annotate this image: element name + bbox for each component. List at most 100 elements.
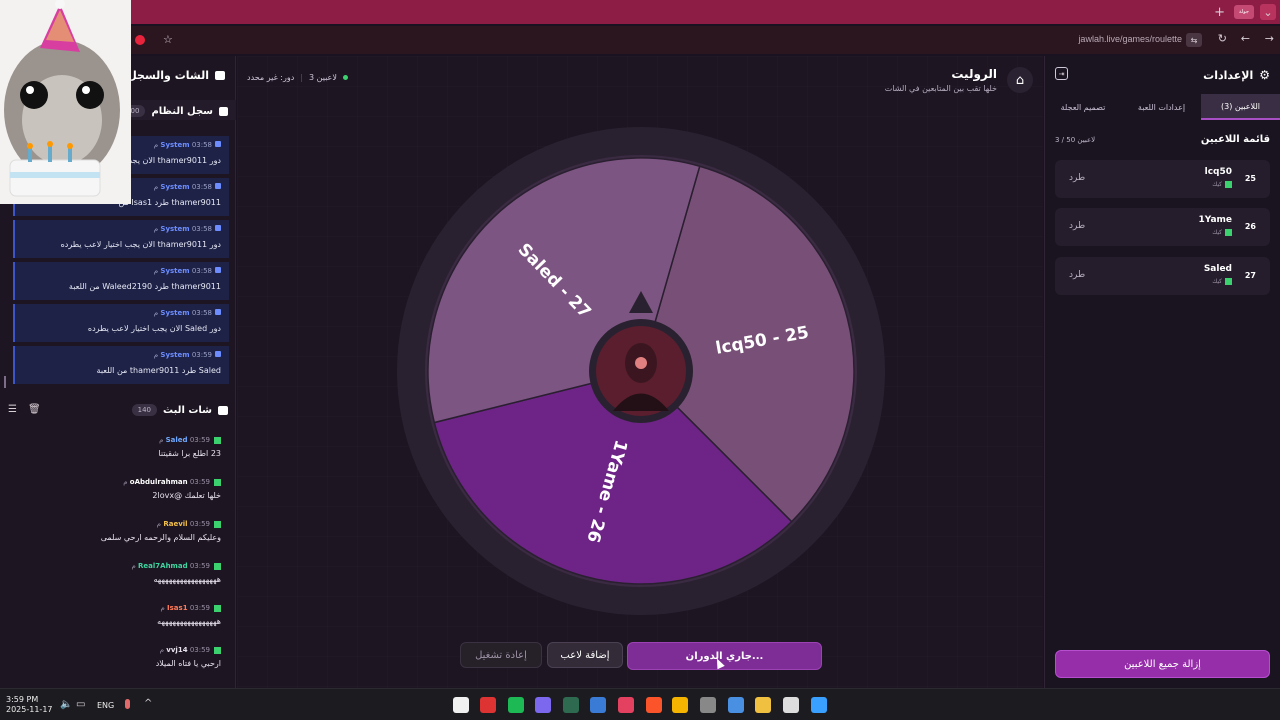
log-text: دور thamer9011 الان يجب اختيار لاعب يطرد… bbox=[60, 240, 221, 249]
avatar-face bbox=[635, 357, 647, 369]
new-tab-icon[interactable]: + bbox=[1214, 5, 1225, 20]
kick-icon bbox=[1225, 229, 1232, 236]
chat-meta: vvj14 03:59 م bbox=[1, 646, 221, 654]
instagram-icon[interactable] bbox=[618, 697, 634, 713]
chat-message: Real7Ahmad 03:59 م هههههههههههههههههه bbox=[1, 562, 221, 584]
log-meta: System 03:58 م bbox=[154, 309, 221, 317]
reload-icon[interactable]: ↻ bbox=[1218, 32, 1227, 45]
log-user: System bbox=[160, 183, 190, 191]
translate-icon[interactable]: ⇆ bbox=[1186, 33, 1202, 47]
folder-icon[interactable] bbox=[755, 697, 771, 713]
player-number: 26 bbox=[1244, 222, 1256, 231]
windows-icon[interactable] bbox=[811, 697, 827, 713]
chat-message: vvj14 03:59 م ارحبي يا فتاه الميلاد bbox=[1, 646, 221, 668]
kick-icon bbox=[214, 646, 221, 654]
chat-text: ههههههههههههههههه bbox=[157, 617, 221, 626]
platform-label: كيك bbox=[1212, 181, 1222, 188]
turn-status: دور: غير محدد bbox=[247, 73, 295, 82]
display-icon[interactable]: ▭ bbox=[76, 699, 85, 710]
discord-icon[interactable] bbox=[535, 697, 551, 713]
shield-icon bbox=[215, 183, 221, 189]
language-indicator[interactable]: ENG bbox=[97, 701, 114, 710]
back-icon[interactable]: ← bbox=[1241, 32, 1250, 45]
remove-all-players-button[interactable]: إزالة جميع اللاعبين bbox=[1055, 650, 1270, 678]
player-card: 25 lcq50 كيك طرد bbox=[1055, 160, 1270, 198]
chat-message: Isas1 03:59 م ههههههههههههههههه bbox=[1, 604, 221, 626]
kick-icon bbox=[214, 478, 221, 486]
chat-user[interactable]: Isas1 bbox=[167, 604, 188, 612]
kick-player-button[interactable]: طرد bbox=[1069, 173, 1085, 183]
microphone-icon[interactable] bbox=[125, 699, 130, 709]
log-user: System bbox=[160, 351, 190, 359]
roulette-area: دور: غير محدد | 3 لاعبين الروليت خلها تق… bbox=[237, 56, 1043, 688]
chat-user[interactable]: Saled bbox=[166, 436, 188, 444]
app-icon-2[interactable] bbox=[480, 697, 496, 713]
add-player-button[interactable]: إضافة لاعب bbox=[547, 642, 623, 668]
player-card: 27 Saled كيك طرد bbox=[1055, 257, 1270, 295]
roulette-wheel[interactable]: lcq50 - 251Yame - 26Saled - 27 bbox=[396, 126, 886, 616]
log-text: دور Saled الان يجب اختيار لاعب يطرده bbox=[87, 324, 221, 333]
chat-user[interactable]: Raevil bbox=[163, 520, 187, 528]
shield-icon bbox=[215, 267, 221, 273]
platform-label: كيك bbox=[1212, 278, 1222, 285]
star-icon[interactable]: ☆ bbox=[163, 33, 173, 46]
restart-button[interactable]: إعادة تشغيل bbox=[460, 642, 542, 668]
browser-tab[interactable]: جولة bbox=[1234, 5, 1254, 19]
player-platform: كيك bbox=[1212, 181, 1232, 188]
system-log-entry: System 03:58 م thamer9011 طرد Waleed2190 … bbox=[13, 262, 229, 300]
player-platform: كيك bbox=[1212, 229, 1232, 236]
game-title: الروليت bbox=[951, 67, 997, 81]
chevron-down-icon[interactable]: ⌄ bbox=[1260, 4, 1276, 20]
home-icon[interactable]: ⌂ bbox=[1007, 67, 1033, 93]
kick-icon bbox=[214, 604, 221, 612]
chat-log-header: الشات والسجل bbox=[127, 69, 225, 82]
shield-icon bbox=[215, 309, 221, 315]
app-icon-1[interactable] bbox=[453, 697, 469, 713]
chat-message: Raevil 03:59 م وعليكم السلام والرحمه ارحي… bbox=[1, 520, 221, 542]
chat-user[interactable]: oAbdulrahman bbox=[130, 478, 188, 486]
log-text: thamer9011 طرد Waleed2190 من اللعبة bbox=[68, 282, 221, 291]
kick-player-button[interactable]: طرد bbox=[1069, 270, 1085, 280]
tab-players[interactable]: اللاعبين (3) bbox=[1201, 94, 1280, 120]
spotify-icon[interactable] bbox=[508, 697, 524, 713]
players-online: 3 لاعبين bbox=[309, 73, 337, 82]
player-name: 1Yame bbox=[1198, 215, 1232, 225]
log-user: System bbox=[160, 267, 190, 275]
log-text: Saled طرد thamer9011 من اللعبة bbox=[96, 366, 221, 375]
stream-chat-title: شات البث bbox=[163, 404, 212, 416]
search-icon[interactable] bbox=[783, 697, 799, 713]
unity-icon[interactable] bbox=[700, 697, 716, 713]
clock[interactable]: 3:59 PM 2025-11-17 bbox=[6, 695, 53, 715]
scrollbar-thumb[interactable] bbox=[4, 376, 6, 388]
trash-icon[interactable]: 🗑 bbox=[28, 404, 41, 415]
log-user: System bbox=[160, 309, 190, 317]
chat-user[interactable]: Real7Ahmad bbox=[138, 562, 188, 570]
forward-icon[interactable]: → bbox=[1265, 32, 1274, 45]
tab-game-settings[interactable]: إعدادات اللعبة bbox=[1122, 94, 1201, 120]
collapse-panel-icon[interactable]: ⇥ bbox=[1055, 67, 1068, 80]
game-subtitle: خلها تقب بين المتابعين في الشات bbox=[884, 84, 997, 93]
chat-meta: Saled 03:59 م bbox=[1, 436, 221, 444]
stream-chat-header: ☰ 🗑 140 شات البث bbox=[0, 398, 236, 422]
terminal-icon[interactable] bbox=[563, 697, 579, 713]
url-text[interactable]: jawlah.live/games/roulette bbox=[1078, 34, 1182, 44]
system-log-entry: System 03:58 م دور Saled الان يجب اختيار … bbox=[13, 304, 229, 342]
filter-icon[interactable]: ☰ bbox=[8, 404, 17, 415]
chevron-up-icon[interactable]: ^ bbox=[144, 698, 152, 709]
chat-text: وعليكم السلام والرحمه ارحي سلمى bbox=[100, 533, 221, 542]
steam-icon[interactable] bbox=[590, 697, 606, 713]
chat-user[interactable]: vvj14 bbox=[166, 646, 187, 654]
players-list-count: 3 / 50 لاعبين bbox=[1055, 136, 1096, 144]
shield-icon bbox=[215, 141, 221, 147]
store-icon[interactable] bbox=[728, 697, 744, 713]
volume-icon[interactable]: 🔈 bbox=[60, 699, 72, 710]
log-meta: System 03:58 م bbox=[154, 267, 221, 275]
chrome-icon[interactable] bbox=[672, 697, 688, 713]
brave-icon[interactable] bbox=[646, 697, 662, 713]
log-meta: System 03:58 م bbox=[154, 141, 221, 149]
chat-meta: oAbdulrahman 03:59 م bbox=[1, 478, 221, 486]
tab-wheel-design[interactable]: تصميم العجلة bbox=[1044, 94, 1122, 120]
kick-player-button[interactable]: طرد bbox=[1069, 221, 1085, 231]
player-name: lcq50 bbox=[1204, 167, 1232, 177]
chat-message: oAbdulrahman 03:59 م خلها تعلمك @2lovx bbox=[1, 478, 221, 500]
